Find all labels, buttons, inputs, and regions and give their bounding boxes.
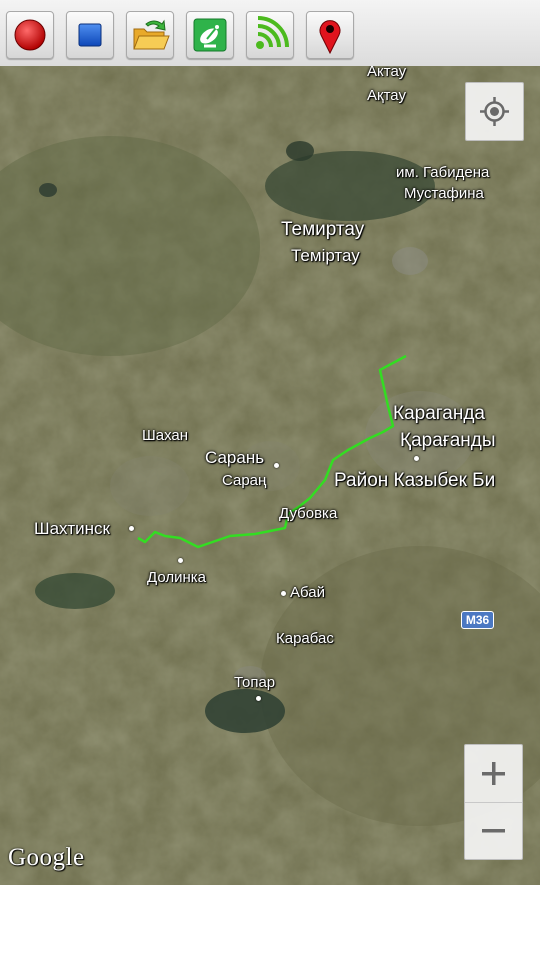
open-folder-icon xyxy=(133,19,170,50)
place-label-topar: Топар xyxy=(234,674,276,691)
record-icon xyxy=(14,19,46,51)
place-label-saran: Сарань xyxy=(205,448,265,467)
crosshair-location-icon xyxy=(480,97,509,126)
toolbar xyxy=(0,0,540,67)
place-label-temirtau: Темиртау xyxy=(281,219,365,240)
open-folder-button[interactable] xyxy=(126,11,174,59)
place-label-temirtau-kz: Теміртау xyxy=(291,246,360,265)
wifi-signal-icon xyxy=(256,16,289,49)
place-label-gabiden: им. Габидена xyxy=(396,164,490,181)
place-label-shakhtinsk: Шахтинск xyxy=(34,519,110,538)
place-label-abay: Абай xyxy=(290,584,325,601)
place-label-karaganda: Караганда xyxy=(393,403,485,424)
minus-icon xyxy=(482,829,505,833)
place-label-saran-kz: Сараң xyxy=(222,472,267,489)
place-label-mustafina: Мустафина xyxy=(404,185,484,202)
place-label-karaganda-kz: Қарағанды xyxy=(400,430,496,451)
route-line xyxy=(137,354,407,549)
place-label-shakhan: Шахан xyxy=(142,427,189,444)
signal-button[interactable] xyxy=(246,11,294,59)
city-dot-abay xyxy=(281,591,286,596)
stop-icon xyxy=(78,23,102,47)
zoom-in-button[interactable] xyxy=(465,745,522,803)
plus-icon xyxy=(482,762,505,785)
my-location-button[interactable] xyxy=(465,82,524,141)
city-dot-dolinka xyxy=(178,558,183,563)
google-attribution: Google xyxy=(8,844,85,871)
satellite-button[interactable] xyxy=(186,11,234,59)
place-label-dolinka: Долинка xyxy=(147,569,206,586)
city-dot-topar xyxy=(256,696,261,701)
stop-button[interactable] xyxy=(66,11,114,59)
map-view[interactable]: Актау Ақтау им. Габидена Мустафина Темир… xyxy=(0,66,540,885)
place-label-dubovka: Дубовка xyxy=(279,505,338,522)
location-pin-button[interactable] xyxy=(306,11,354,59)
zoom-out-button[interactable] xyxy=(465,802,522,859)
place-label-kazybek-bi: Район Казыбек Би xyxy=(334,470,496,491)
satellite-icon xyxy=(193,18,227,52)
place-label-aktau: Актау xyxy=(367,66,407,80)
place-label-karabas: Карабас xyxy=(276,630,334,647)
city-dot-saran xyxy=(274,463,279,468)
map-pin-icon xyxy=(319,20,341,55)
road-shield-m36: M36 xyxy=(461,611,494,629)
city-dot-karaganda xyxy=(414,456,419,461)
city-dot-shakhtinsk xyxy=(129,526,134,531)
zoom-controls xyxy=(464,744,523,860)
record-button[interactable] xyxy=(6,11,54,59)
place-label-aktau-kz: Ақтау xyxy=(367,87,406,104)
